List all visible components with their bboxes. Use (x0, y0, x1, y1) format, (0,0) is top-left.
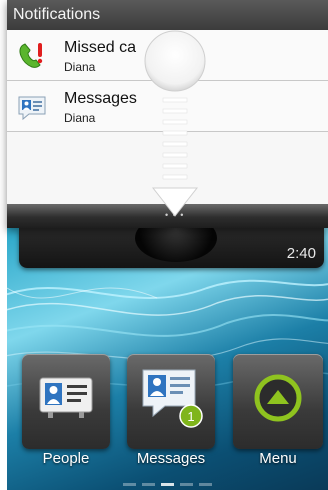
contact-card-icon (39, 377, 93, 418)
people-label: People (42, 450, 90, 467)
page-dot (142, 483, 155, 486)
unread-count: 1 (187, 409, 194, 424)
notification-title: Messages (64, 90, 137, 107)
phone-screen: Notifications Missed ca Diana Messages D… (0, 0, 328, 490)
swipe-down-hint-icon (144, 30, 206, 217)
menu-up-arrow-icon (254, 374, 302, 422)
menu-label: Menu (259, 450, 297, 467)
menu-tile[interactable] (233, 354, 323, 449)
page-dot (180, 483, 193, 486)
clock-time: 2:40 (286, 245, 316, 262)
clock-dial (135, 228, 217, 262)
message-icon (18, 96, 46, 121)
notification-title: Missed ca (64, 39, 137, 56)
home-screen: 2:40 1 People Messages Menu (7, 228, 328, 490)
messages-label: Messages (136, 450, 206, 467)
notification-subtitle: Diana (64, 111, 96, 125)
notification-header: Notifications (7, 0, 328, 30)
page-dot (199, 483, 212, 486)
missed-call-icon (19, 43, 43, 68)
message-icon: 1 (142, 369, 203, 428)
page-dot-active (161, 483, 174, 486)
people-tile[interactable] (22, 354, 110, 449)
page-dot (123, 483, 136, 486)
page-indicator (123, 483, 217, 487)
notification-subtitle: Diana (64, 60, 96, 74)
messages-tile[interactable]: 1 (127, 354, 215, 449)
clock-widget[interactable]: 2:40 (19, 228, 324, 268)
